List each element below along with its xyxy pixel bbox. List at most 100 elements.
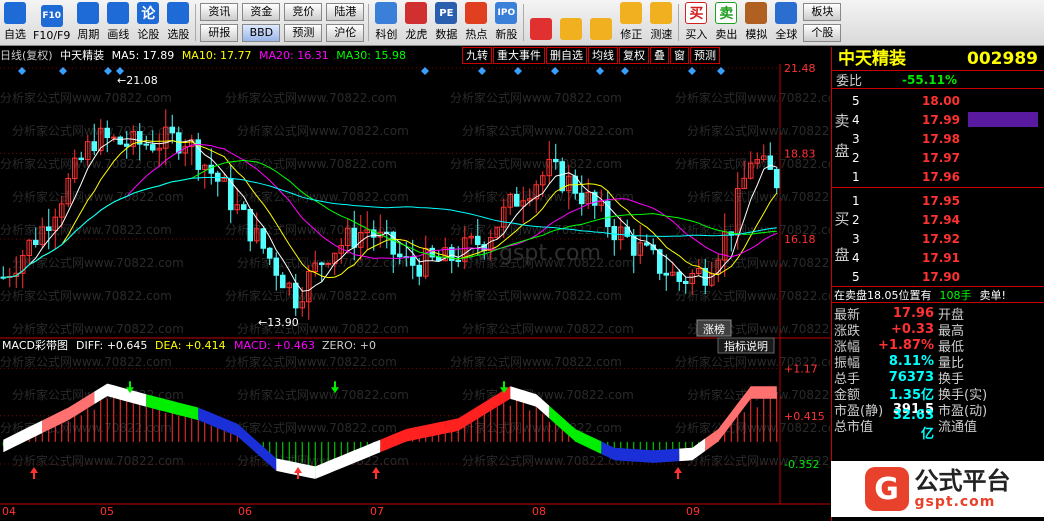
candle-body bbox=[682, 280, 689, 284]
macd-value-label: MACD: +0.463 bbox=[234, 339, 315, 352]
toolbar-a-1[interactable]: F10 F10/F9 bbox=[30, 0, 73, 45]
order-note: 在卖盘18.05位置有 108手 卖单! bbox=[832, 287, 1044, 303]
toolbar-b-3[interactable]: 热点 bbox=[461, 0, 491, 45]
buy-signal-arrow-icon bbox=[674, 467, 682, 479]
toolbar-a-2[interactable]: 周期 bbox=[73, 0, 103, 45]
toolbar-pair-bottom[interactable]: 沪伦 bbox=[326, 24, 365, 42]
buy-icon: 买 bbox=[685, 2, 708, 24]
layout-grid-button[interactable] bbox=[526, 0, 556, 45]
chart-tab-1[interactable]: 重大事件 bbox=[493, 47, 545, 64]
chart-tab-2[interactable]: 删自选 bbox=[546, 47, 587, 64]
toolbar-separator bbox=[523, 4, 525, 41]
toolbar-b-1[interactable]: 龙虎 bbox=[401, 0, 431, 45]
toolbar-pair-2: 竞价 预测 bbox=[282, 0, 324, 45]
toolbar-right-pair: 板块 个股 bbox=[801, 0, 843, 45]
toolbar-b-0[interactable]: 科创 bbox=[371, 0, 401, 45]
toolbar-pair-bottom[interactable]: 研报 bbox=[200, 24, 239, 42]
toolbar-label: 数据 bbox=[435, 28, 458, 41]
ma10-label: MA10: 17.77 bbox=[181, 49, 252, 62]
bid-level-row[interactable]: 4 17.91 bbox=[852, 248, 1042, 267]
toolbar-d-2[interactable]: 模拟 bbox=[741, 0, 771, 45]
toolbar-d-1[interactable]: 卖卖出 bbox=[711, 0, 741, 45]
level-price: 17.91 bbox=[922, 250, 960, 265]
sector-button[interactable]: 板块 bbox=[803, 3, 842, 21]
candle-body bbox=[169, 126, 176, 134]
bid-level-row[interactable]: 5 17.90 bbox=[852, 267, 1042, 286]
toolbar-label: 选股 bbox=[167, 28, 190, 41]
candle-body bbox=[91, 141, 98, 152]
ma5-label: MA5: 17.89 bbox=[111, 49, 175, 62]
macd-axis-label: +0.415 bbox=[784, 410, 825, 423]
level-price: 17.90 bbox=[922, 269, 960, 284]
single-stock-button[interactable]: 个股 bbox=[803, 24, 842, 42]
toolbar-a-3[interactable]: 画线 bbox=[103, 0, 133, 45]
toolbar-pair-top[interactable]: 资金 bbox=[242, 3, 281, 21]
sell-icon: 卖 bbox=[715, 2, 738, 24]
level-volume-bar bbox=[968, 269, 1038, 284]
ask-level-row[interactable]: 2 17.97 bbox=[852, 148, 1042, 167]
chart-tab-0[interactable]: 九转 bbox=[462, 47, 492, 64]
chart-tab-5[interactable]: 叠 bbox=[650, 47, 669, 64]
weibi-value: -55.11% bbox=[902, 72, 957, 87]
event-diamond-icon[interactable] bbox=[688, 67, 696, 75]
level-price: 18.00 bbox=[922, 93, 960, 108]
toolbar-pair-bottom[interactable]: BBD bbox=[242, 24, 281, 42]
event-diamond-icon[interactable] bbox=[621, 67, 629, 75]
globe-icon bbox=[775, 2, 798, 24]
ask-level-row[interactable]: 3 17.98 bbox=[852, 129, 1042, 148]
toolbar-b-2[interactable]: PE 数据 bbox=[431, 0, 461, 45]
buy-signal-arrow-icon bbox=[372, 467, 380, 479]
event-diamond-icon[interactable] bbox=[421, 67, 429, 75]
period-label[interactable]: 日线(复权) bbox=[0, 49, 53, 62]
bid-level-row[interactable]: 3 17.92 bbox=[852, 229, 1042, 248]
ask-level-row[interactable]: 5 18.00 bbox=[852, 91, 1042, 110]
toolbar-d-0[interactable]: 买买入 bbox=[681, 0, 711, 45]
candle-body bbox=[123, 143, 130, 147]
limit-up-badge-label: 涨榜 bbox=[703, 322, 725, 336]
order-note-end: 卖单! bbox=[979, 288, 1006, 302]
up-down-button[interactable] bbox=[586, 0, 616, 45]
toolbar-pair-0: 资讯 研报 bbox=[198, 0, 240, 45]
buy-signal-arrow-icon bbox=[30, 467, 38, 479]
toolbar-c-4[interactable]: 测速 bbox=[646, 0, 676, 45]
chart-tab-3[interactable]: 均线 bbox=[588, 47, 618, 64]
chart-tab-6[interactable]: 窗 bbox=[670, 47, 689, 64]
chart-tab-7[interactable]: 预测 bbox=[690, 47, 720, 64]
chart-tab-4[interactable]: 复权 bbox=[619, 47, 649, 64]
toolbar-pair-top[interactable]: 竞价 bbox=[284, 3, 323, 21]
watermark-text: 分析家公式网www.70822.com bbox=[687, 123, 830, 138]
ask-level-row[interactable]: 1 17.96 bbox=[852, 167, 1042, 186]
candle-body bbox=[208, 164, 215, 174]
candle-body bbox=[149, 144, 156, 151]
watermark-text: 分析家公式网www.70822.com bbox=[0, 90, 172, 105]
macd-dea-label: DEA: +0.414 bbox=[155, 339, 226, 352]
toolbar-d-3[interactable]: 全球 bbox=[771, 0, 801, 45]
kline-chart[interactable]: 21.4818.8316.18分析家公式网www.70822.com 分析家公式网… bbox=[0, 64, 830, 519]
ask-level-row[interactable]: 4 17.99 bbox=[852, 110, 1042, 129]
toolbar-pair-bottom[interactable]: 预测 bbox=[284, 24, 323, 42]
candle-body bbox=[78, 157, 85, 161]
watermark-text: 分析家公式网www.70822.com bbox=[450, 90, 622, 105]
buy-side-label: 盘 bbox=[834, 246, 850, 264]
toolbar-a-0[interactable]: 自选 bbox=[0, 0, 30, 45]
quote-panel: 中天精装 002989 委比 -55.11% 卖盘买盘 5 18.00 4 17.99 3… bbox=[831, 47, 1044, 521]
toolbar-label: 测速 bbox=[650, 28, 673, 41]
back-arrow-button[interactable] bbox=[556, 0, 586, 45]
event-diamond-icon[interactable] bbox=[596, 67, 604, 75]
watermark-text: 分析家公式网www.70822.com bbox=[225, 156, 397, 171]
toolbar-pair-top[interactable]: 陆港 bbox=[326, 3, 365, 21]
toolbar-b-4[interactable]: IPO 新股 bbox=[491, 0, 521, 45]
candle-body bbox=[396, 253, 403, 258]
bid-level-row[interactable]: 2 17.94 bbox=[852, 210, 1042, 229]
toolbar-c-3[interactable]: 修正 bbox=[616, 0, 646, 45]
candle-body bbox=[318, 262, 325, 265]
watermark-text: 分析家公式网www.70822.com bbox=[450, 288, 622, 303]
toolbar-a-5[interactable]: 选股 bbox=[163, 0, 193, 45]
toolbar-a-4[interactable]: 论论股 bbox=[133, 0, 163, 45]
candle-body bbox=[474, 235, 481, 246]
bid-level-row[interactable]: 1 17.95 bbox=[852, 191, 1042, 210]
event-diamond-icon[interactable] bbox=[104, 67, 112, 75]
buy-side-label: 买 bbox=[834, 210, 850, 228]
event-diamond-icon[interactable] bbox=[717, 67, 725, 75]
toolbar-pair-top[interactable]: 资讯 bbox=[200, 3, 239, 21]
